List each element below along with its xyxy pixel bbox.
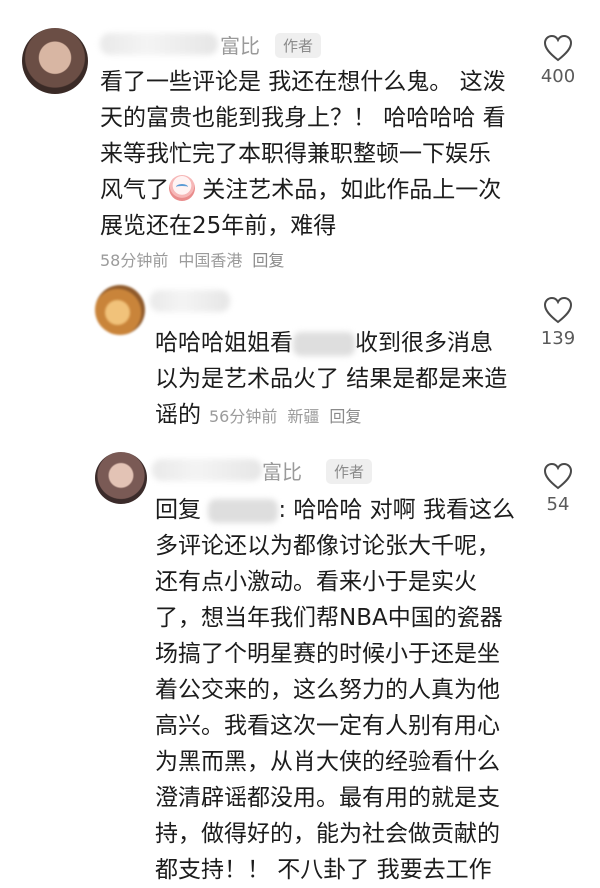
text-line: 哈哈哈姐姐看 收到很多消息 bbox=[155, 330, 493, 356]
text-line: 着公交来的，这么努力的人真为他 bbox=[155, 677, 500, 703]
text-line: 都支持！！ 不八卦了 我要去工作 bbox=[155, 857, 492, 883]
text-line: 持，做得好的，能为社会做贡献的 bbox=[155, 821, 500, 847]
text-line: 展览还在25年前，难得 bbox=[100, 213, 337, 239]
mention-blurred[interactable] bbox=[293, 331, 355, 356]
text-line: 高兴。我看这次一定有人别有用心 bbox=[155, 713, 500, 739]
heart-icon bbox=[543, 34, 573, 62]
crying-emoji-icon bbox=[169, 175, 195, 201]
reply-button[interactable]: 回复 bbox=[252, 251, 284, 270]
heart-icon bbox=[543, 296, 573, 324]
like-count: 400 bbox=[540, 66, 576, 87]
like-count: 54 bbox=[546, 494, 570, 515]
text-line: 谣的 56分钟前 新疆 回复 bbox=[155, 397, 507, 435]
like-count: 139 bbox=[540, 328, 576, 349]
like-button[interactable]: 139 bbox=[528, 296, 588, 349]
text-line: 还有点小激动。看来小于是实火 bbox=[155, 569, 477, 595]
comment-meta: 56分钟前 新疆 回复 bbox=[209, 407, 371, 426]
text-line: 看了一些评论是 我还在想什么鬼。 这泼 bbox=[100, 69, 506, 95]
location: 中国香港 bbox=[178, 251, 243, 270]
comment-text: 看了一些评论是 我还在想什么鬼。 这泼 天的富贵也能到我身上？！ 哈哈哈哈 看来等… bbox=[100, 64, 506, 244]
text-line: 多评论还以为都像讨论张大千呢， bbox=[155, 533, 500, 559]
mention-blurred[interactable] bbox=[208, 498, 279, 523]
text-line: 回复 : 哈哈哈 对啊 我看这么 bbox=[155, 497, 515, 523]
text-line: 来等我忙完了本职得兼职整顿一下娱乐 bbox=[100, 141, 491, 167]
username-suffix[interactable]: 富比 bbox=[220, 30, 260, 59]
avatar[interactable] bbox=[22, 28, 88, 94]
text-line: 天的富贵也能到我身上？！ 哈哈哈哈 看 bbox=[100, 105, 506, 131]
like-button[interactable]: 54 bbox=[528, 462, 588, 515]
text-line: 风气了 关注艺术品，如此作品上一次 bbox=[100, 175, 502, 203]
text-line: 场搞了个明星赛的时候小于还是坐 bbox=[155, 641, 500, 667]
avatar[interactable] bbox=[95, 285, 145, 335]
timestamp: 58分钟前 bbox=[100, 251, 169, 270]
comment-text: 哈哈哈姐姐看 收到很多消息 以为是艺术品火了 结果是都是来造谣的 56分钟前 新疆 回复 bbox=[155, 325, 507, 435]
heart-icon bbox=[543, 462, 573, 490]
comment-meta: 58分钟前 中国香港 回复 bbox=[100, 247, 294, 271]
text-line: 澄清辟谣都没用。最有用的就是支 bbox=[155, 785, 500, 811]
author-badge: 作者 bbox=[326, 459, 373, 484]
author-badge: 作者 bbox=[275, 33, 322, 58]
text-line: 了，想当年我们帮NBA中国的瓷器 bbox=[155, 605, 503, 631]
username-blurred[interactable] bbox=[100, 33, 218, 55]
username-blurred[interactable] bbox=[150, 290, 230, 312]
username-blurred[interactable] bbox=[152, 459, 262, 481]
text-line: 以为是艺术品火了 结果是都是来造 bbox=[155, 366, 508, 392]
reply-button[interactable]: 回复 bbox=[329, 407, 361, 426]
location: 新疆 bbox=[287, 407, 320, 426]
comment-text: 回复 : 哈哈哈 对啊 我看这么 多评论还以为都像讨论张大千呢， 还有点小激动。看来… bbox=[155, 492, 515, 888]
like-button[interactable]: 400 bbox=[528, 34, 588, 87]
avatar[interactable] bbox=[95, 452, 147, 504]
username-suffix[interactable]: 富比 bbox=[262, 456, 302, 485]
timestamp: 56分钟前 bbox=[209, 407, 278, 426]
text-line: 为黑而黑，从肖大侠的经验看什么 bbox=[155, 749, 500, 775]
